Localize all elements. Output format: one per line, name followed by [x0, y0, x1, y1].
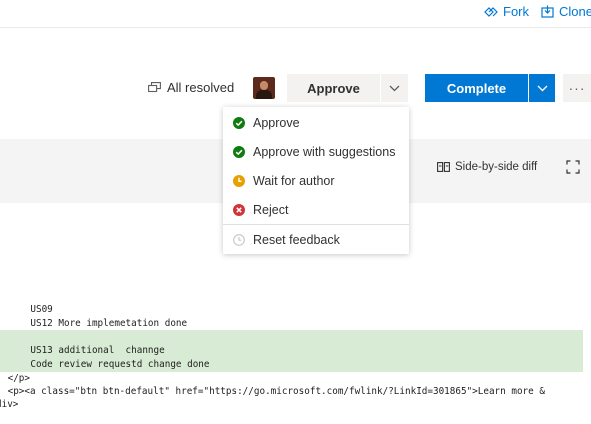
avatar-body — [256, 90, 272, 99]
approve-dropdown-button[interactable] — [381, 74, 408, 102]
fork-link[interactable]: Fork — [484, 4, 529, 19]
x-circle-icon — [233, 204, 245, 216]
menu-item-label: Approve with suggestions — [253, 145, 396, 159]
complete-button[interactable]: Complete — [425, 74, 528, 102]
complete-dropdown-button[interactable] — [529, 74, 555, 102]
code-line: US12 More implemetation done — [8, 318, 188, 329]
comments-icon — [148, 81, 161, 92]
clone-label: Clone — [559, 4, 591, 19]
check-circle-icon — [233, 117, 245, 129]
more-actions-button[interactable]: ··· — [563, 74, 591, 102]
menu-item-label: Wait for author — [253, 174, 335, 188]
clock-icon — [233, 175, 245, 187]
fork-icon — [484, 6, 498, 17]
avatar-face — [260, 81, 268, 90]
menu-item-label: Reset feedback — [253, 233, 340, 247]
comments-resolved-status[interactable]: All resolved — [148, 80, 234, 95]
code-line: Code review requestd change done — [8, 359, 210, 370]
reviewer-avatar[interactable] — [253, 77, 275, 99]
menu-item-label: Reject — [253, 203, 289, 217]
reset-clock-icon — [233, 234, 245, 246]
check-circle-icon — [233, 146, 245, 158]
fork-label: Fork — [503, 4, 529, 19]
code-line: <p><a class="btn btn-default" href="http… — [2, 386, 545, 397]
menu-item-label: Approve — [253, 116, 300, 130]
top-bar: Fork Clone — [0, 0, 591, 26]
side-by-side-icon — [437, 162, 450, 172]
fullscreen-icon[interactable] — [566, 160, 580, 174]
code-line: US09 — [8, 304, 53, 315]
code-line: US13 additional channge — [8, 345, 165, 356]
code-line: div> — [0, 399, 19, 410]
menu-item-wait-for-author[interactable]: Wait for author — [223, 167, 409, 195]
vote-dropdown-menu: Approve Approve with suggestions Wait fo… — [223, 107, 409, 254]
header-divider — [0, 27, 591, 28]
menu-item-approve[interactable]: Approve — [223, 109, 409, 137]
clone-icon — [541, 5, 554, 18]
resolved-label: All resolved — [167, 80, 235, 95]
chevron-down-icon — [537, 85, 547, 91]
code-line: </p> — [2, 373, 30, 384]
approve-button[interactable]: Approve — [287, 74, 380, 102]
menu-divider — [223, 224, 409, 225]
side-by-side-diff-toggle[interactable]: Side-by-side diff — [437, 161, 537, 173]
menu-item-reset-feedback[interactable]: Reset feedback — [223, 226, 409, 254]
chevron-down-icon — [389, 85, 400, 91]
side-by-side-label: Side-by-side diff — [455, 161, 538, 173]
menu-item-reject[interactable]: Reject — [223, 196, 409, 224]
menu-item-approve-with-suggestions[interactable]: Approve with suggestions — [223, 138, 409, 166]
clone-link[interactable]: Clone — [541, 4, 591, 19]
